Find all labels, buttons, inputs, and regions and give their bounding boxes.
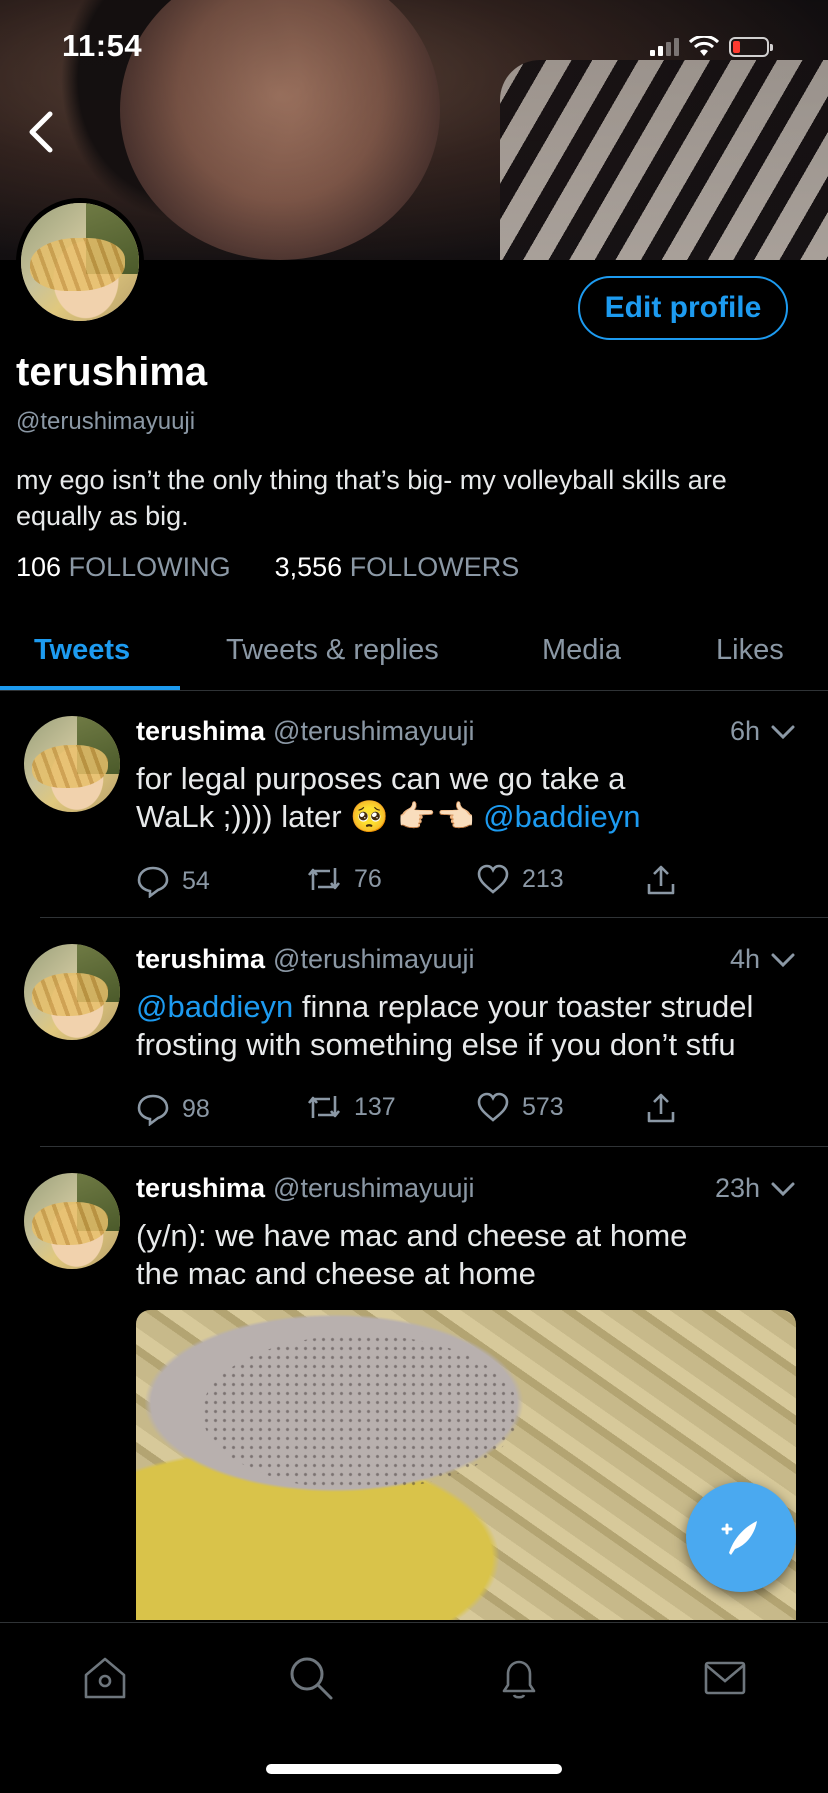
cellular-signal-icon [650,38,679,56]
tweet-author-handle: @terushimayuuji [273,1173,475,1203]
retweet-icon [307,868,341,890]
compose-tweet-button[interactable] [686,1482,796,1592]
share-icon [647,1093,675,1123]
tweet-media-image[interactable] [136,1310,796,1620]
display-name: terushima [16,350,208,394]
tweet-author-handle: @terushimayuuji [273,944,475,974]
tweet-author-name[interactable]: terushima [136,944,265,974]
retweet-icon [307,1096,341,1118]
tweet-header: terushima @terushimayuuji [136,716,475,747]
profile-tabs: Tweets Tweets & replies Media Likes [0,610,828,691]
tweet-author-handle: @terushimayuuji [273,716,475,746]
tweet-header: terushima @terushimayuuji [136,944,475,975]
tweet-timestamp: 4h [729,944,760,974]
search-icon[interactable] [286,1653,336,1703]
tweet-actions: 98 137 573 [136,1092,696,1132]
tweet-text: for legal purposes can we go take a WaLk… [136,760,796,836]
status-icons [650,34,773,60]
reply-count: 98 [182,1094,210,1123]
tweet-text: (y/n): we have mac and cheese at home th… [136,1217,796,1293]
chevron-left-icon[interactable] [22,108,62,156]
reply-icon [137,866,169,898]
tab-media[interactable]: Media [542,610,621,690]
retweet-count: 137 [354,1092,396,1121]
reply-button[interactable]: 98 [136,1092,210,1126]
retweet-button[interactable]: 76 [306,864,382,894]
tweet[interactable]: terushima @terushimayuuji 4h @baddieyn fi… [0,918,828,1147]
user-handle: @terushimayuuji [16,408,196,435]
tweet[interactable]: terushima @terushimayuuji 6h for legal pu… [0,690,828,918]
battery-icon [729,37,773,57]
mention-link[interactable]: @baddieyn [136,989,293,1024]
like-button[interactable]: 213 [476,864,564,894]
home-indicator[interactable] [266,1764,562,1774]
tweet-actions: 54 76 213 [136,864,696,904]
wifi-icon [689,36,719,56]
reply-count: 54 [182,866,210,895]
tweet-avatar[interactable] [24,716,120,812]
chevron-down-icon[interactable] [770,723,796,741]
tweet-text-line: (y/n): we have mac and cheese at home [136,1218,688,1253]
tweet-header: terushima @terushimayuuji [136,1173,475,1204]
followers-count: 3,556 [274,552,343,582]
tweet-text-line: WaLk ;)))) later 🥺 👉🏻👈🏻 @baddieyn [136,798,796,836]
tab-tweets[interactable]: Tweets [34,610,130,690]
tweet-avatar[interactable] [24,1173,120,1269]
reply-button[interactable]: 54 [136,864,210,898]
followers-stat[interactable]: 3,556 FOLLOWERS [275,552,520,583]
bell-icon[interactable] [494,1653,544,1703]
share-button[interactable] [646,1092,676,1124]
tweet-text-fragment: WaLk ;)))) later 🥺 👉🏻👈🏻 [136,799,484,834]
status-time: 11:54 [62,28,143,63]
tweet-author-name[interactable]: terushima [136,1173,265,1203]
edit-profile-button[interactable]: Edit profile [578,276,788,340]
following-label: FOLLOWING [68,552,231,582]
followers-label: FOLLOWERS [349,552,520,582]
heart-icon [477,864,509,894]
profile-avatar[interactable] [16,198,144,326]
tweet-time-row: 23h [715,1173,796,1204]
retweet-button[interactable]: 137 [306,1092,396,1122]
heart-icon [477,1092,509,1122]
share-button[interactable] [646,864,676,896]
like-button[interactable]: 573 [476,1092,564,1122]
following-stat[interactable]: 106 FOLLOWING [16,552,231,583]
retweet-count: 76 [354,864,382,893]
profile-bio: my ego isn’t the only thing that’s big- … [16,465,727,531]
tweet-time-row: 6h [730,716,796,747]
chevron-down-icon[interactable] [770,1180,796,1198]
tweet-text: @baddieyn finna replace your toaster str… [136,988,796,1064]
tweet-author-name[interactable]: terushima [136,716,265,746]
share-icon [647,865,675,895]
reply-icon [137,1094,169,1126]
tweet-avatar[interactable] [24,944,120,1040]
tweet-text-line: the mac and cheese at home [136,1256,536,1291]
tweet-timestamp: 6h [729,716,760,746]
following-count: 106 [16,552,62,582]
tweet-timestamp: 23h [714,1173,760,1203]
like-count: 213 [522,864,564,893]
mention-link[interactable]: @baddieyn [483,799,640,834]
home-icon[interactable] [80,1653,130,1703]
tab-tweets-replies[interactable]: Tweets & replies [226,610,439,690]
mail-icon[interactable] [700,1653,750,1703]
tweet-time-row: 4h [730,944,796,975]
tweet-text-line: for legal purposes can we go take a [136,761,626,796]
tab-likes[interactable]: Likes [716,610,784,690]
chevron-down-icon[interactable] [770,951,796,969]
follow-stats: 106 FOLLOWING 3,556 FOLLOWERS [16,552,519,583]
compose-icon [721,1521,757,1555]
like-count: 573 [522,1092,564,1121]
